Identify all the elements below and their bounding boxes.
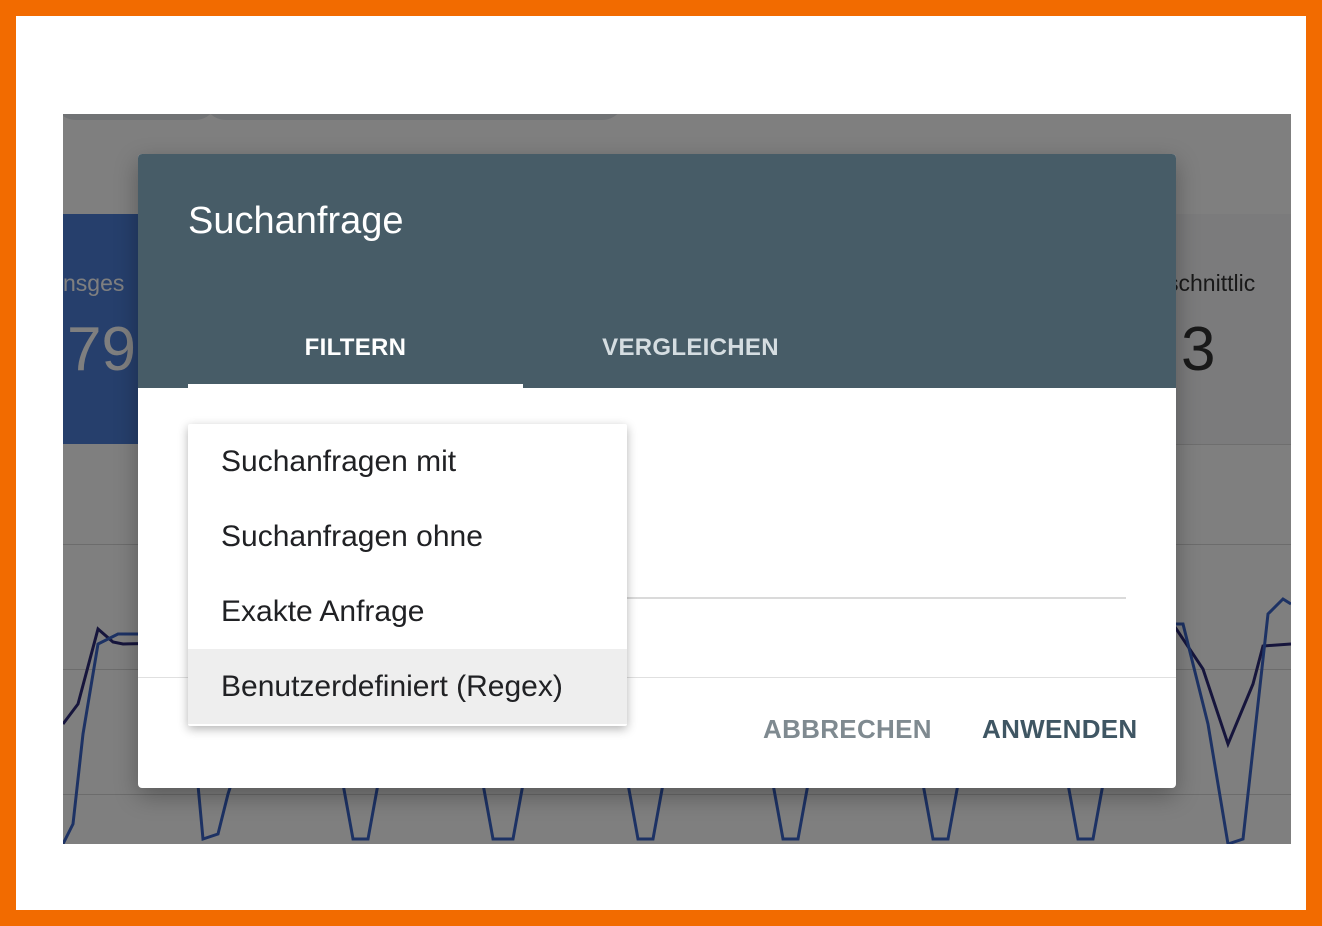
cancel-button[interactable]: ABBRECHEN — [763, 714, 932, 745]
dialog-header: Suchanfrage FILTERN VERGLEICHEN — [138, 154, 1176, 388]
menu-item-custom-regex[interactable]: Benutzerdefiniert (Regex) — [188, 649, 627, 724]
active-tab-indicator — [188, 384, 523, 388]
filter-value-input[interactable] — [578, 597, 1126, 599]
screenshot-frame: nsges 79 schnittlic 3 Suchanfrage FILTER… — [16, 16, 1306, 910]
menu-item-queries-not-containing[interactable]: Suchanfragen ohne — [188, 499, 627, 574]
dialog-title: Suchanfrage — [188, 200, 404, 242]
query-filter-dialog: Suchanfrage FILTERN VERGLEICHEN ABBRECHE… — [138, 154, 1176, 788]
menu-item-queries-containing[interactable]: Suchanfragen mit — [188, 424, 627, 499]
tab-filter[interactable]: FILTERN — [188, 310, 523, 386]
tab-compare[interactable]: VERGLEICHEN — [523, 310, 858, 386]
menu-item-exact-query[interactable]: Exakte Anfrage — [188, 574, 627, 649]
app-viewport: nsges 79 schnittlic 3 Suchanfrage FILTER… — [63, 114, 1291, 844]
filter-type-dropdown-menu: Suchanfragen mit Suchanfragen ohne Exakt… — [188, 424, 627, 726]
apply-button[interactable]: ANWENDEN — [982, 714, 1138, 745]
